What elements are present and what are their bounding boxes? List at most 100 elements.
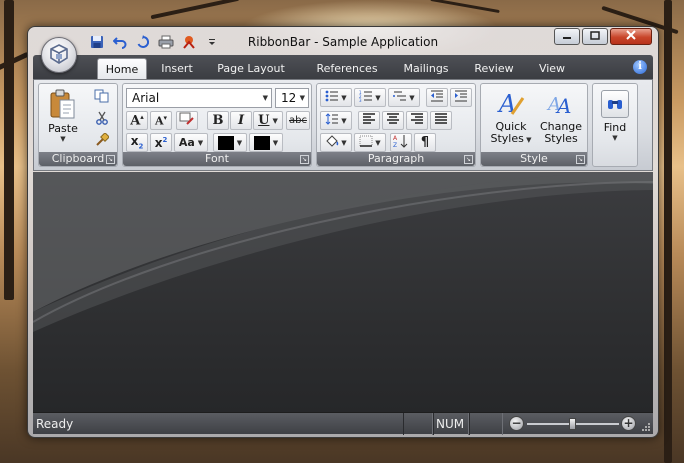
font-color-swatch <box>253 135 270 150</box>
font-name-combo[interactable]: Arial ▼ <box>126 88 272 108</box>
sort-button[interactable]: AZ <box>390 133 412 152</box>
chevron-down-icon: ▼ <box>523 136 532 144</box>
shrink-font-button[interactable]: A▾ <box>150 111 172 130</box>
pilcrow-icon: ¶ <box>420 135 430 150</box>
clipboard-dialog-launcher[interactable]: ↘ <box>106 155 115 164</box>
change-case-label: Aa <box>178 136 195 149</box>
maximize-icon <box>590 30 600 43</box>
multilevel-list-icon <box>393 90 407 105</box>
decrease-indent-button[interactable] <box>426 88 448 107</box>
tab-view[interactable]: View <box>533 58 571 79</box>
quick-styles-button[interactable]: A Quick Styles ▼ <box>487 88 535 146</box>
close-icon <box>625 30 637 43</box>
tab-review[interactable]: Review <box>469 58 519 79</box>
align-right-icon <box>410 113 424 128</box>
document-area[interactable] <box>33 172 653 412</box>
align-left-button[interactable] <box>358 111 380 130</box>
chevron-down-icon: ▼ <box>375 138 381 147</box>
status-text: Ready <box>36 417 74 431</box>
quick-styles-icon: A <box>496 88 526 121</box>
tab-home[interactable]: Home <box>97 58 147 79</box>
bullets-button[interactable]: ▼ <box>320 88 352 107</box>
desktop-tree-trunk <box>664 0 672 463</box>
application-menu-button[interactable] <box>41 37 77 73</box>
numbering-button[interactable]: 123 ▼ <box>354 88 386 107</box>
increase-indent-button[interactable] <box>450 88 472 107</box>
italic-button[interactable]: I <box>230 111 252 130</box>
show-marks-button[interactable]: ¶ <box>414 133 436 152</box>
chevron-down-icon: ▼ <box>60 135 66 143</box>
align-left-icon <box>362 113 376 128</box>
borders-button[interactable]: ▼ <box>354 133 386 152</box>
chevron-down-icon: ▼ <box>262 94 268 102</box>
resize-grip-icon[interactable] <box>641 422 651 432</box>
style-dialog-launcher[interactable]: ↘ <box>576 155 585 164</box>
superscript-button[interactable]: x2 <box>150 133 172 152</box>
chevron-down-icon: ▼ <box>197 138 204 147</box>
chevron-down-icon: ▼ <box>409 93 415 102</box>
ribbon-tab-bar: Home Insert Page Layout References Maili… <box>33 55 653 79</box>
paste-button[interactable]: Paste ▼ <box>45 88 81 143</box>
justify-button[interactable] <box>430 111 452 130</box>
chevron-down-icon: ▼ <box>375 93 381 102</box>
font-group-label: Font <box>123 152 311 166</box>
desktop-tree-trunk <box>4 0 14 300</box>
tab-mailings[interactable]: Mailings <box>397 58 455 79</box>
scissors-icon <box>95 111 109 128</box>
change-case-button[interactable]: Aa ▼ <box>174 133 208 152</box>
underline-label: U <box>258 113 270 128</box>
subscript-button[interactable]: x2 <box>126 133 148 152</box>
align-center-button[interactable] <box>382 111 404 130</box>
multilevel-list-button[interactable]: ▼ <box>388 88 420 107</box>
decrease-indent-icon <box>430 90 444 105</box>
grow-font-icon: A▴ <box>130 112 144 129</box>
align-right-button[interactable] <box>406 111 428 130</box>
format-painter-button[interactable] <box>91 132 113 151</box>
font-size-value: 12 <box>281 91 297 105</box>
desktop-tree-branch <box>150 0 240 20</box>
shading-button[interactable]: ▼ <box>320 133 352 152</box>
borders-icon <box>359 135 373 150</box>
title-bar[interactable]: RibbonBar - Sample Application <box>28 27 658 57</box>
line-spacing-button[interactable]: ▼ <box>320 111 352 130</box>
tab-insert[interactable]: Insert <box>151 58 203 79</box>
find-button[interactable]: Find ▼ <box>596 90 634 142</box>
paragraph-dialog-launcher[interactable]: ↘ <box>464 155 473 164</box>
clear-formatting-button[interactable] <box>176 111 198 130</box>
chevron-down-icon: ▼ <box>612 134 618 142</box>
bold-button[interactable]: B <box>207 111 229 130</box>
zoom-in-button[interactable]: + <box>621 416 636 431</box>
font-color-button[interactable]: ▼ <box>249 133 283 152</box>
chevron-down-icon: ▼ <box>341 93 347 102</box>
strikethrough-label: abc <box>289 115 307 126</box>
change-styles-label-line2: Styles <box>544 132 578 145</box>
copy-button[interactable] <box>91 88 113 107</box>
chevron-down-icon: ▼ <box>299 94 305 102</box>
align-center-icon <box>386 113 400 128</box>
font-size-combo[interactable]: 12 ▼ <box>275 88 309 108</box>
zoom-out-button[interactable]: − <box>509 416 524 431</box>
font-dialog-launcher[interactable]: ↘ <box>300 155 309 164</box>
underline-button[interactable]: U ▼ <box>253 111 283 130</box>
strikethrough-button[interactable]: abc <box>286 111 310 130</box>
grow-font-button[interactable]: A▴ <box>126 111 148 130</box>
help-button[interactable]: i <box>633 60 647 74</box>
bold-label: B <box>212 113 224 128</box>
zoom-slider-thumb[interactable] <box>569 418 576 430</box>
chevron-down-icon: ▼ <box>341 116 347 125</box>
close-button[interactable] <box>610 28 652 45</box>
chevron-down-icon: ▼ <box>341 138 347 147</box>
tab-references[interactable]: References <box>309 58 385 79</box>
svg-text:A: A <box>393 135 398 142</box>
increase-indent-icon <box>454 90 468 105</box>
cut-button[interactable] <box>91 110 113 129</box>
tab-page-layout[interactable]: Page Layout <box>211 58 291 79</box>
minimize-button[interactable] <box>554 28 580 45</box>
highlight-color-button[interactable]: ▼ <box>213 133 247 152</box>
font-group: Arial ▼ 12 ▼ A▴ A▾ B I U ▼ abc x2 x2 Aa … <box>122 83 312 167</box>
svg-text:Z: Z <box>393 142 397 148</box>
paste-icon <box>48 88 78 123</box>
maximize-button[interactable] <box>582 28 608 45</box>
quick-styles-label-line2: Styles <box>490 132 524 145</box>
change-styles-button[interactable]: A A Change Styles <box>537 88 585 145</box>
